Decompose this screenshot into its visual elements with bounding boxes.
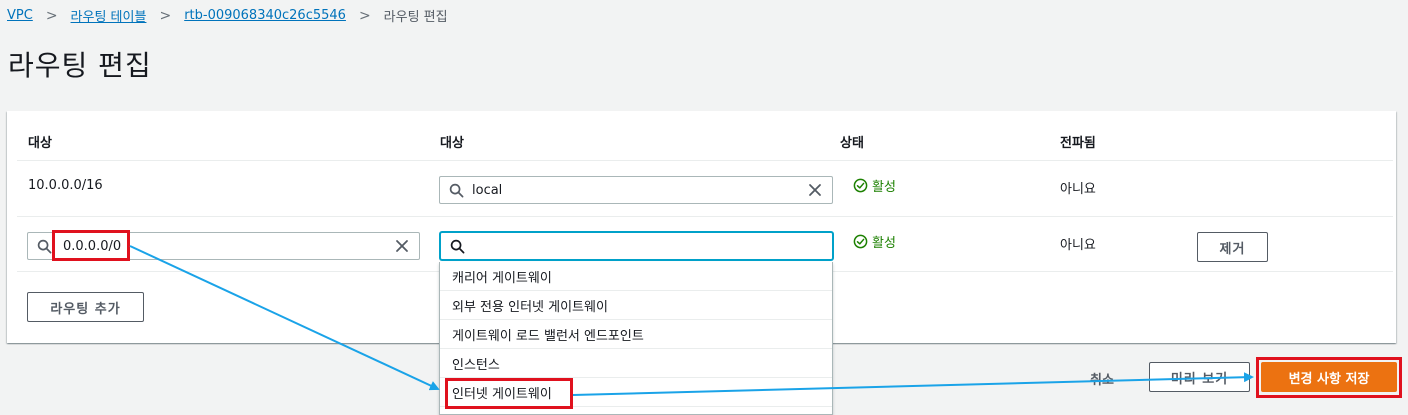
page-title: 라우팅 편집 (8, 49, 152, 82)
preview-button[interactable]: 미리 보기 (1149, 362, 1250, 392)
row1-status: 활성 (853, 176, 896, 195)
breadcrumb-rtb-link[interactable]: rtb-009068340c26c5546 (184, 8, 346, 23)
dropdown-option[interactable]: 인스턴스 (440, 350, 832, 378)
status-ok-icon (853, 234, 868, 249)
row-divider (17, 216, 1393, 217)
row2-propagated: 아니요 (1060, 238, 1096, 253)
remove-button[interactable]: 제거 (1197, 232, 1268, 262)
cancel-button[interactable]: 취소 (1090, 369, 1114, 388)
row1-destination: 10.0.0.0/16 (28, 178, 103, 193)
row1-propagated: 아니요 (1060, 182, 1096, 197)
chevron-right-icon: > (45, 7, 58, 24)
search-icon (450, 239, 465, 253)
dropdown-option[interactable]: 캐리어 게이트웨이 (440, 263, 832, 291)
row-divider (17, 160, 1393, 161)
row2-destination-input[interactable]: 0.0.0.0/0 (27, 232, 420, 260)
chevron-right-icon: > (358, 7, 371, 24)
row2-target-search-input[interactable] (440, 232, 833, 260)
row2-status-label: 활성 (872, 236, 896, 251)
row2-status: 활성 (853, 232, 896, 251)
status-ok-icon (853, 178, 868, 193)
row1-target-value: local (472, 182, 503, 198)
clear-icon[interactable] (395, 239, 409, 253)
column-header-destination: 대상 (28, 136, 52, 151)
search-icon (449, 183, 464, 197)
add-route-button[interactable]: 라우팅 추가 (27, 292, 144, 322)
column-header-status: 상태 (840, 136, 864, 151)
dropdown-option[interactable]: 외부 전용 인터넷 게이트웨이 (440, 292, 832, 320)
column-header-target: 대상 (440, 136, 464, 151)
breadcrumb-vpc-link[interactable]: VPC (7, 8, 33, 23)
row1-target-search-input[interactable]: local (439, 176, 833, 204)
row2-destination-value: 0.0.0.0/0 (63, 238, 122, 254)
column-header-propagated: 전파됨 (1060, 136, 1096, 151)
breadcrumb: VPC > 라우팅 테이블 > rtb-009068340c26c5546 > … (7, 6, 448, 26)
breadcrumb-current: 라우팅 편집 (383, 10, 448, 25)
dropdown-option-internet-gateway[interactable]: 인터넷 게이트웨이 (440, 379, 832, 407)
save-changes-button[interactable]: 변경 사항 저장 (1261, 362, 1397, 392)
chevron-right-icon: > (159, 7, 172, 24)
breadcrumb-route-tables-link[interactable]: 라우팅 테이블 (71, 6, 147, 25)
row1-status-label: 활성 (872, 180, 896, 195)
target-dropdown-list: 캐리어 게이트웨이 외부 전용 인터넷 게이트웨이 게이트웨이 로드 밸런서 엔… (439, 262, 833, 415)
search-icon (37, 239, 52, 253)
dropdown-option[interactable]: 게이트웨이 로드 밸런서 엔드포인트 (440, 321, 832, 349)
clear-icon[interactable] (808, 183, 822, 197)
